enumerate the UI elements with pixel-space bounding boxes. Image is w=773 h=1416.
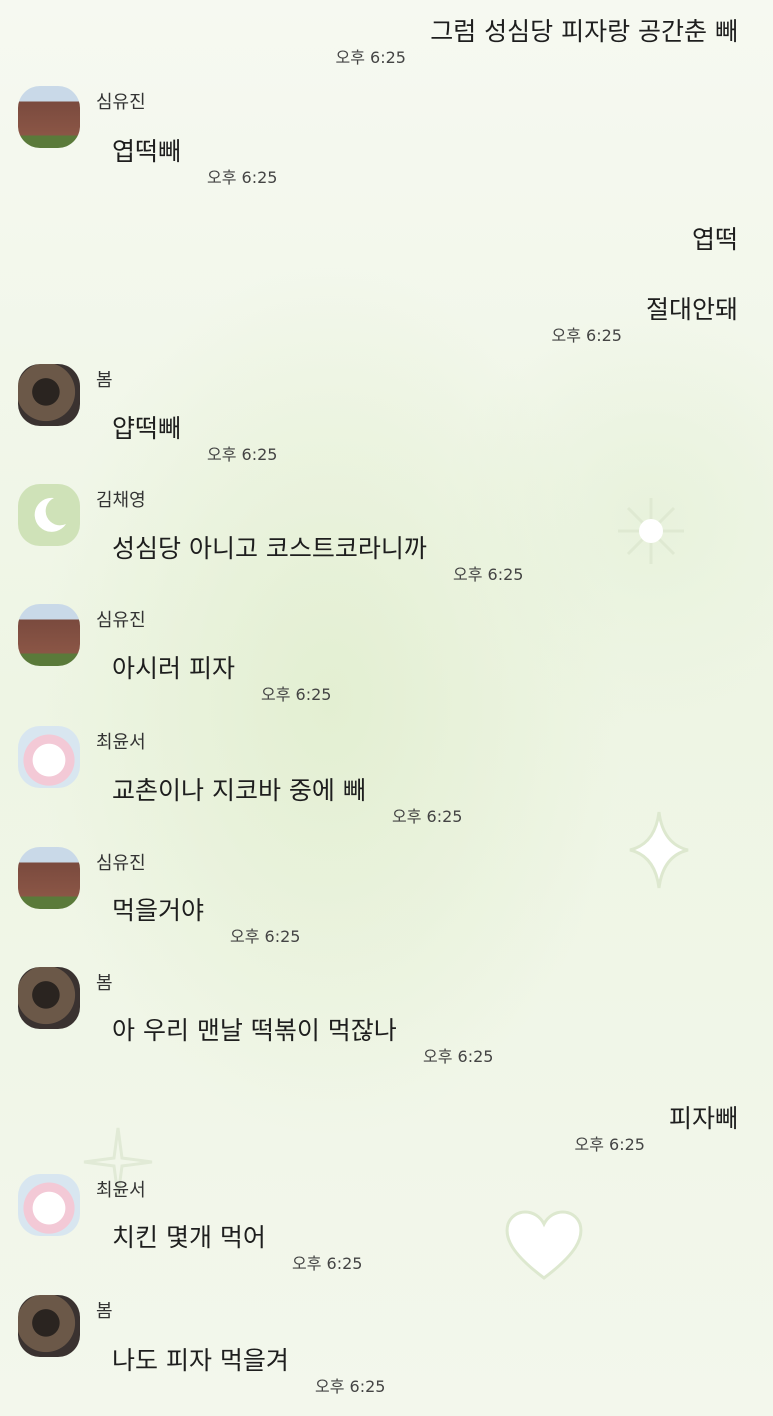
sender-avatar[interactable] — [18, 1174, 80, 1236]
moon-icon — [34, 497, 66, 532]
sender-avatar[interactable] — [18, 847, 80, 909]
sender-name: 최윤서 — [96, 732, 146, 753]
outgoing-message-bubble[interactable]: 엽떡 — [676, 212, 754, 268]
sender-name: 심유진 — [96, 92, 146, 113]
message-timestamp: 오후 6:25 — [574, 1135, 645, 1154]
sender-name: 심유진 — [96, 610, 146, 631]
message-timestamp: 오후 6:25 — [423, 1047, 494, 1066]
sender-name: 최윤서 — [96, 1180, 146, 1201]
message-timestamp: 오후 6:25 — [261, 685, 332, 704]
incoming-message-bubble[interactable]: 아시러 피자 — [96, 641, 251, 697]
sender-avatar[interactable] — [18, 364, 80, 426]
message-timestamp: 오후 6:25 — [453, 565, 524, 584]
message-timestamp: 오후 6:25 — [292, 1254, 363, 1273]
message-timestamp: 오후 6:25 — [335, 48, 406, 67]
sender-avatar[interactable] — [18, 1295, 80, 1357]
sender-name: 봄 — [96, 1301, 113, 1322]
sender-name: 김채영 — [96, 490, 146, 511]
incoming-message-bubble[interactable]: 얍떡빼 — [96, 401, 197, 457]
incoming-message-bubble[interactable]: 아 우리 맨날 떡볶이 먹잖나 — [96, 1003, 413, 1059]
incoming-message-bubble[interactable]: 먹을거야 — [96, 883, 220, 939]
sender-avatar[interactable] — [18, 967, 80, 1029]
incoming-message-bubble[interactable]: 나도 피자 먹을겨 — [96, 1333, 305, 1389]
outgoing-message-bubble[interactable]: 절대안돼 — [630, 282, 754, 338]
heart-icon — [505, 1210, 583, 1280]
message-timestamp: 오후 6:25 — [392, 807, 463, 826]
outgoing-message-bubble[interactable]: 그럼 성심당 피자랑 공간춘 빼 — [414, 4, 754, 60]
sender-avatar[interactable] — [18, 484, 80, 546]
star-icon — [629, 811, 689, 889]
incoming-message-bubble[interactable]: 성심당 아니고 코스트코라니까 — [96, 521, 443, 577]
sender-avatar[interactable] — [18, 726, 80, 788]
sender-name: 심유진 — [96, 853, 146, 874]
sender-avatar[interactable] — [18, 86, 80, 148]
message-timestamp: 오후 6:25 — [315, 1377, 386, 1396]
incoming-message-bubble[interactable]: 치킨 몇개 먹어 — [96, 1210, 282, 1266]
sender-name: 봄 — [96, 370, 113, 391]
sparkle-icon — [618, 498, 684, 564]
sender-name: 봄 — [96, 973, 113, 994]
incoming-message-bubble[interactable]: 교촌이나 지코바 중에 빼 — [96, 763, 382, 819]
message-timestamp: 오후 6:25 — [207, 445, 278, 464]
message-timestamp: 오후 6:25 — [207, 168, 278, 187]
message-timestamp: 오후 6:25 — [551, 326, 622, 345]
sender-avatar[interactable] — [18, 604, 80, 666]
chat-wallpaper — [0, 0, 773, 1416]
outgoing-message-bubble[interactable]: 피자빼 — [653, 1091, 754, 1147]
incoming-message-bubble[interactable]: 엽떡빼 — [96, 124, 197, 180]
message-timestamp: 오후 6:25 — [230, 927, 301, 946]
